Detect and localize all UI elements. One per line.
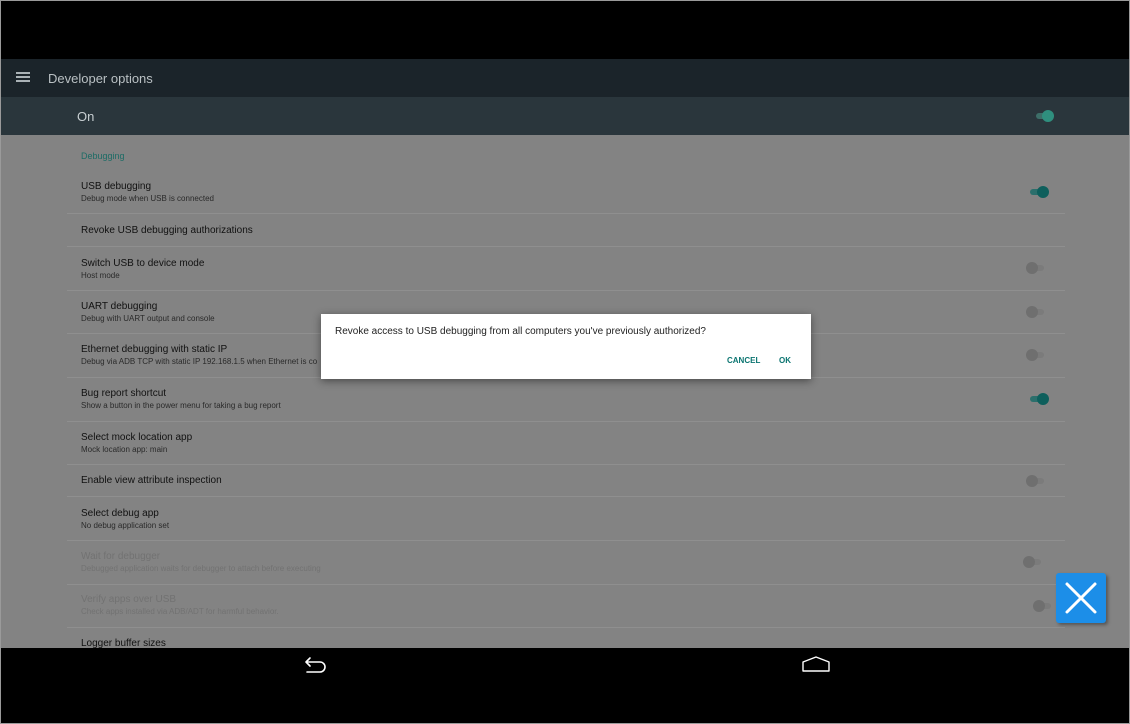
setting-subtitle: Mock location app: main [81, 445, 168, 454]
setting-title: Bug report shortcut [81, 388, 167, 399]
setting-subtitle: Debug via ADB TCP with static IP 192.168… [81, 357, 318, 366]
status-bar [1, 1, 1129, 59]
setting-subtitle: No debug application set [81, 521, 170, 530]
revoke-confirm-dialog: Revoke access to USB debugging from all … [321, 314, 811, 379]
bug-report-shortcut-toggle[interactable] [1030, 393, 1049, 405]
ok-button[interactable]: OK [779, 356, 791, 365]
setting-title: Ethernet debugging with static IP [81, 344, 228, 355]
page-title: Developer options [48, 71, 153, 86]
section-header-debugging: Debugging [81, 151, 125, 161]
setting-select-debug-app[interactable]: Select debug app No debug application se… [67, 497, 1065, 541]
master-switch-bar[interactable]: On [1, 97, 1129, 135]
setting-title: UART debugging [81, 301, 158, 312]
setting-subtitle: Debug mode when USB is connected [81, 194, 214, 203]
dialog-message: Revoke access to USB debugging from all … [335, 326, 706, 337]
setting-view-attribute-inspection[interactable]: Enable view attribute inspection [67, 465, 1065, 497]
setting-usb-debugging[interactable]: USB debugging Debug mode when USB is con… [67, 171, 1065, 214]
setting-subtitle: Check apps installed via ADB/ADT for har… [81, 607, 279, 616]
close-overlay-button[interactable] [1056, 573, 1106, 623]
setting-title: USB debugging [81, 181, 152, 192]
setting-bug-report-shortcut[interactable]: Bug report shortcut Show a button in the… [67, 378, 1065, 422]
hamburger-menu-icon[interactable] [16, 72, 30, 84]
uart-debugging-toggle[interactable] [1026, 306, 1044, 318]
setting-title: Logger buffer sizes [81, 638, 166, 648]
usb-device-mode-toggle[interactable] [1026, 262, 1044, 274]
setting-subtitle: Show a button in the power menu for taki… [81, 401, 281, 410]
settings-list: Debugging USB debugging Debug mode when … [1, 135, 1129, 648]
setting-title: Verify apps over USB [81, 594, 177, 605]
navigation-bar [1, 648, 1129, 723]
app-toolbar: Developer options [1, 59, 1129, 97]
setting-title: Select debug app [81, 508, 159, 519]
setting-title: Switch USB to device mode [81, 258, 205, 269]
usb-debugging-toggle[interactable] [1030, 186, 1049, 198]
setting-subtitle: Debugged application waits for debugger … [81, 564, 321, 573]
wait-for-debugger-toggle [1023, 556, 1041, 568]
back-icon[interactable] [304, 655, 328, 673]
setting-title: Revoke USB debugging authorizations [81, 225, 253, 236]
ethernet-debugging-toggle[interactable] [1026, 349, 1044, 361]
device-screen: Developer options On Debugging USB debug… [0, 0, 1130, 724]
setting-verify-apps-usb: Verify apps over USB Check apps installe… [67, 585, 1065, 628]
setting-title: Select mock location app [81, 432, 193, 443]
view-attribute-inspection-toggle[interactable] [1026, 475, 1044, 487]
setting-wait-for-debugger: Wait for debugger Debugged application w… [67, 541, 1065, 585]
setting-subtitle: Debug with UART output and console [81, 314, 215, 323]
setting-revoke-usb-authorizations[interactable]: Revoke USB debugging authorizations [67, 214, 1065, 247]
close-icon [1065, 582, 1097, 614]
master-switch-label: On [77, 109, 95, 124]
setting-title: Wait for debugger [81, 551, 161, 562]
master-toggle[interactable] [1036, 110, 1054, 122]
setting-switch-usb-device-mode[interactable]: Switch USB to device mode Host mode [67, 247, 1065, 291]
setting-subtitle: Host mode [81, 271, 120, 280]
home-icon[interactable] [801, 656, 831, 672]
verify-apps-usb-toggle [1033, 600, 1051, 612]
setting-title: Enable view attribute inspection [81, 475, 222, 486]
setting-mock-location-app[interactable]: Select mock location app Mock location a… [67, 422, 1065, 465]
cancel-button[interactable]: CANCEL [727, 356, 760, 365]
setting-logger-buffer-sizes[interactable]: Logger buffer sizes [67, 628, 1065, 648]
